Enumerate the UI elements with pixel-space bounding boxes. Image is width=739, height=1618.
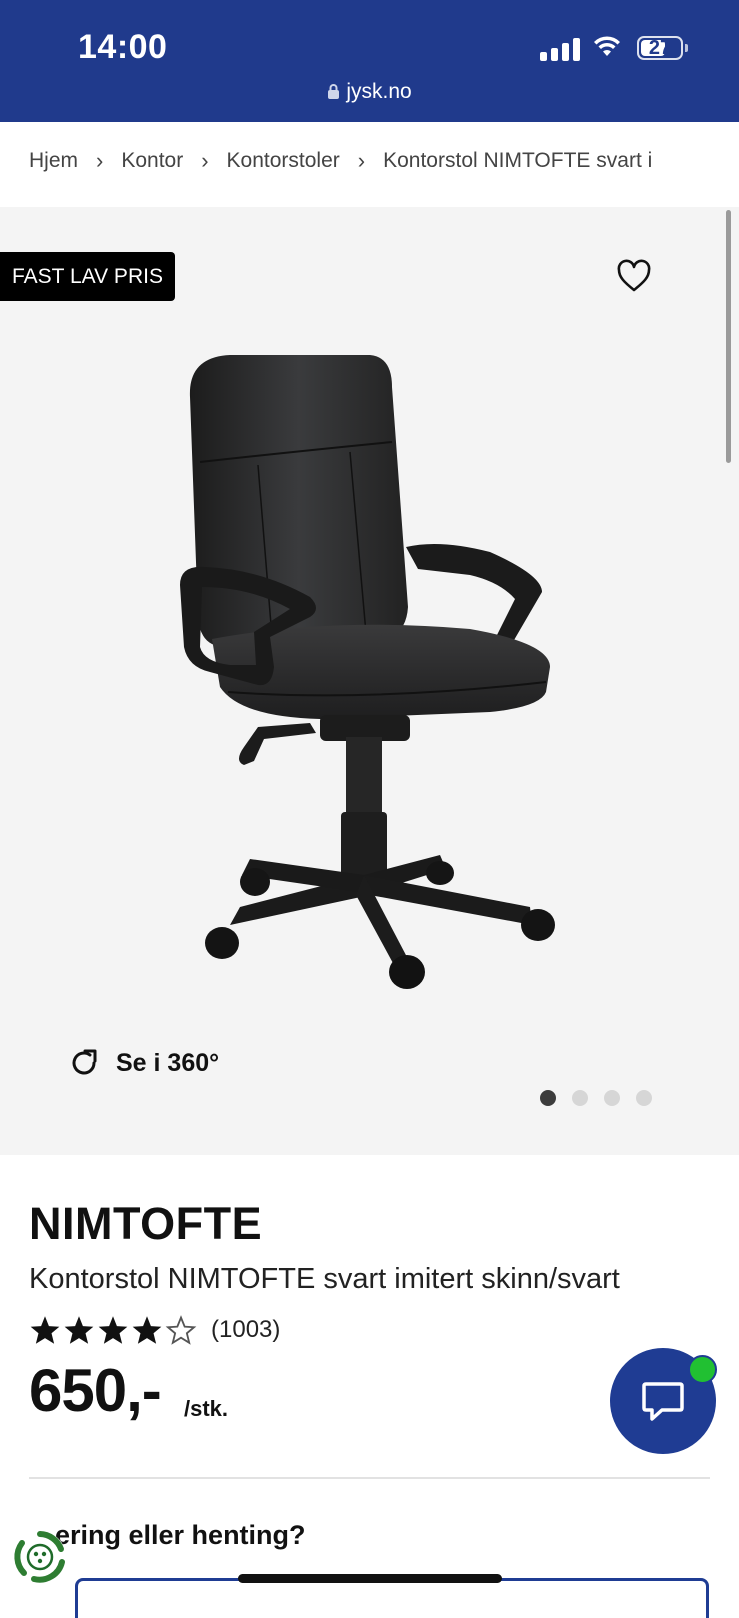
breadcrumb-kontor[interactable]: Kontor	[121, 149, 183, 173]
pagination-dot[interactable]	[604, 1090, 620, 1106]
delivery-option-box[interactable]	[75, 1578, 709, 1618]
view-360-label: Se i 360°	[116, 1048, 220, 1077]
star-filled-icon	[30, 1316, 60, 1344]
divider	[29, 1477, 710, 1479]
review-count[interactable]: (1003)	[211, 1316, 280, 1344]
product-price: 650,-	[29, 1357, 162, 1424]
pagination-dot[interactable]	[636, 1090, 652, 1106]
cellular-signal-icon	[540, 38, 580, 61]
breadcrumb-kontorstoler[interactable]: Kontorstoler	[227, 149, 340, 173]
price-unit: /stk.	[184, 1396, 229, 1421]
battery-icon: 27	[637, 36, 683, 60]
lock-icon	[328, 84, 340, 99]
recycle-badge-icon[interactable]	[12, 1529, 68, 1585]
online-status-indicator	[688, 1355, 717, 1384]
battery-level: 27	[648, 37, 672, 59]
product-brand: NIMTOFTE	[29, 1198, 263, 1249]
product-image[interactable]	[170, 347, 570, 1007]
product-gallery[interactable]: FAST LAV PRIS Se i 360°	[0, 207, 739, 1155]
status-time: 14:00	[78, 28, 168, 66]
home-indicator[interactable]	[238, 1574, 502, 1583]
star-empty-icon	[165, 1315, 197, 1345]
rotate-icon	[72, 1049, 97, 1075]
breadcrumb-current: Kontorstol NIMTOFTE svart i	[383, 149, 653, 172]
chat-bubble-icon	[642, 1382, 684, 1421]
star-filled-icon	[64, 1316, 94, 1344]
status-bar: 14:00 27 jysk.no	[0, 0, 739, 122]
heart-icon[interactable]	[616, 259, 652, 293]
url-text: jysk.no	[346, 80, 412, 103]
pagination-dot[interactable]	[572, 1090, 588, 1106]
breadcrumb: Hjem › Kontor › Kontorstoler › Kontorsto…	[29, 148, 729, 174]
star-filled-icon	[98, 1316, 128, 1344]
product-rating[interactable]: (1003)	[29, 1315, 280, 1345]
chevron-right-icon: ›	[357, 148, 366, 173]
view-360-button[interactable]: Se i 360°	[68, 1047, 219, 1079]
address-bar[interactable]: jysk.no	[0, 80, 739, 104]
price-badge: FAST LAV PRIS	[0, 252, 175, 301]
chevron-right-icon: ›	[201, 148, 209, 173]
star-filled-icon	[132, 1316, 162, 1344]
product-name: Kontorstol NIMTOFTE svart imitert skinn/…	[29, 1263, 620, 1295]
scrollbar[interactable]	[726, 210, 731, 463]
delivery-heading: ering eller henting?	[55, 1520, 306, 1550]
pagination-dot[interactable]	[540, 1090, 556, 1106]
breadcrumb-home[interactable]: Hjem	[29, 149, 78, 173]
wifi-icon	[594, 36, 620, 56]
chevron-right-icon: ›	[96, 148, 104, 173]
image-pagination	[540, 1090, 652, 1106]
